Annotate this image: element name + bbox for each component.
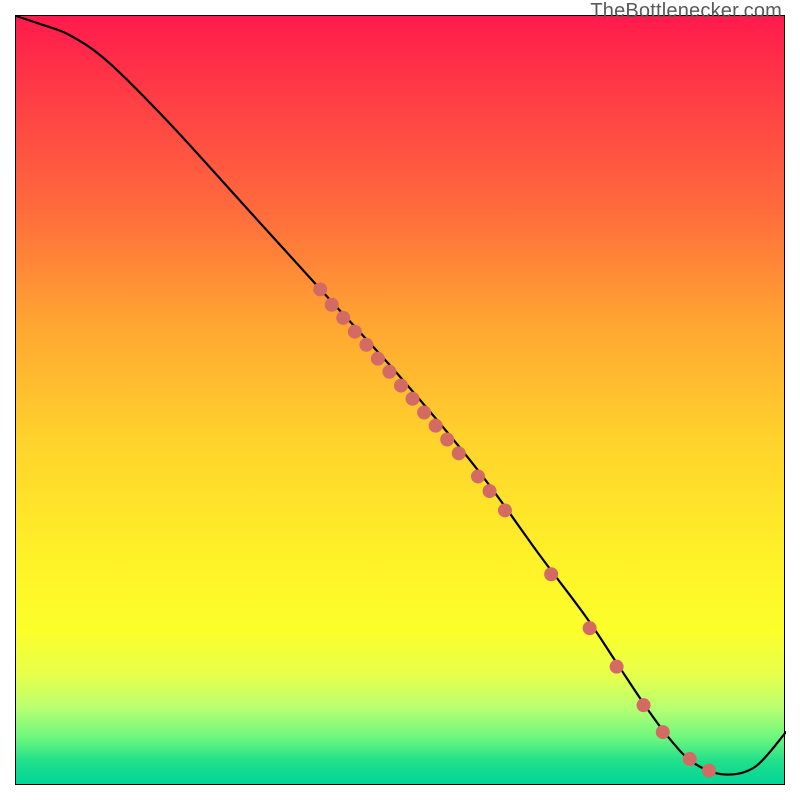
sample-point	[348, 325, 362, 339]
sample-point	[440, 433, 454, 447]
sample-point	[394, 379, 408, 393]
sample-point	[336, 311, 350, 325]
sample-point	[471, 469, 485, 483]
sample-point	[610, 660, 624, 674]
chart-svg	[16, 16, 786, 786]
sample-point	[544, 567, 558, 581]
attribution-label: TheBottlenecker.com	[590, 0, 782, 23]
sample-point	[371, 352, 385, 366]
sample-point	[702, 764, 716, 778]
sample-point	[313, 282, 327, 296]
sample-point	[498, 503, 512, 517]
sample-points	[313, 282, 716, 777]
sample-point	[406, 392, 420, 406]
chart-container: TheBottlenecker.com	[0, 0, 800, 800]
plot-area	[15, 15, 785, 785]
sample-point	[325, 298, 339, 312]
sample-point	[417, 406, 431, 420]
sample-point	[637, 698, 651, 712]
sample-point	[683, 752, 697, 766]
sample-point	[583, 621, 597, 635]
sample-point	[429, 419, 443, 433]
sample-point	[382, 365, 396, 379]
sample-point	[656, 725, 670, 739]
sample-point	[483, 484, 497, 498]
sample-point	[452, 446, 466, 460]
sample-point	[359, 338, 373, 352]
bottleneck-curve	[16, 16, 786, 775]
